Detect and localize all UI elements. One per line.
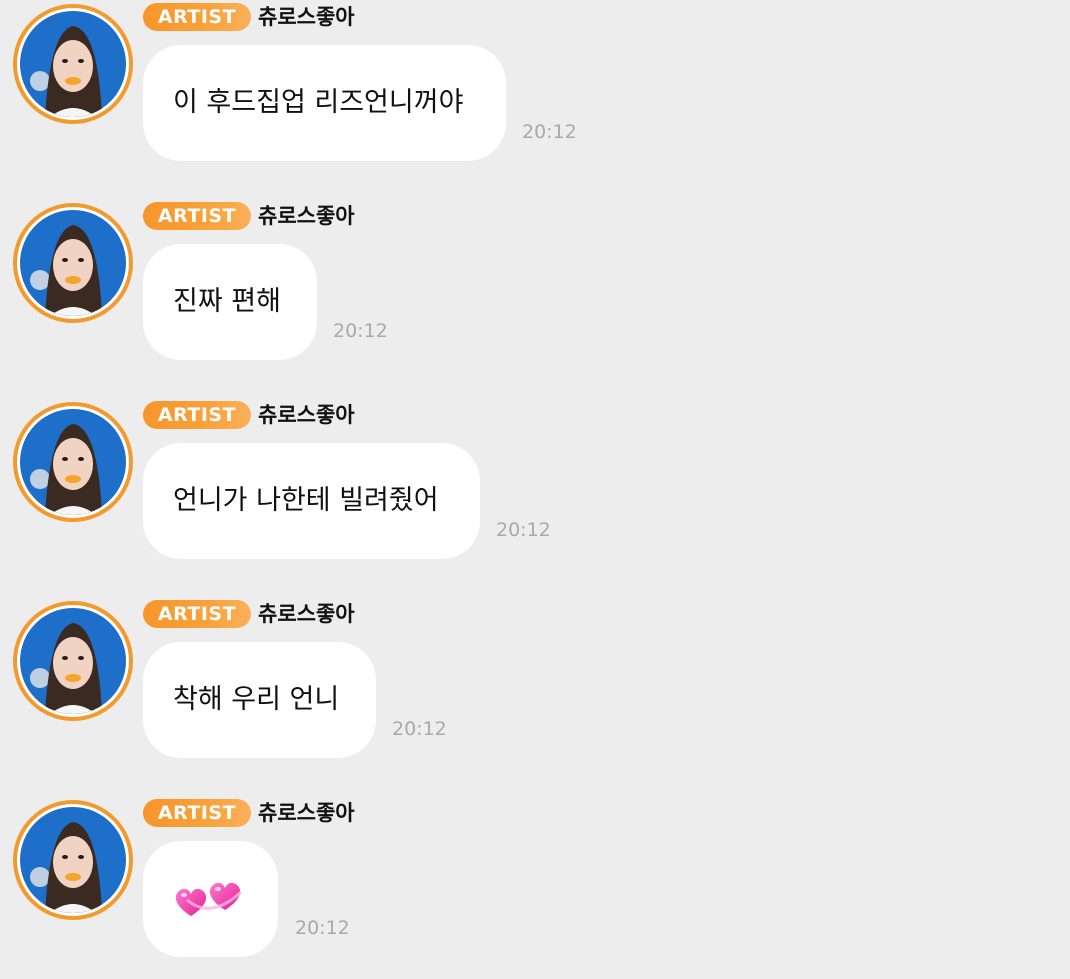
artist-badge: ARTIST (143, 202, 251, 230)
message-bubble[interactable] (143, 841, 278, 957)
chat-message: ARTIST 츄로스좋아 착해 우리 언니 20:12 (0, 597, 1070, 767)
message-time: 20:12 (295, 917, 350, 939)
sender-name[interactable]: 츄로스좋아 (258, 399, 355, 431)
profile-photo-icon (20, 608, 126, 714)
message-time: 20:12 (496, 519, 551, 541)
artist-badge: ARTIST (143, 3, 251, 31)
profile-photo-icon (20, 409, 126, 515)
sender-name[interactable]: 츄로스좋아 (258, 1, 355, 33)
avatar[interactable] (13, 203, 133, 323)
chat-message: ARTIST 츄로스좋아 언니가 나한테 빌려줬어 20:12 (0, 398, 1070, 568)
avatar[interactable] (13, 402, 133, 522)
avatar[interactable] (13, 601, 133, 721)
message-text: 이 후드집업 리즈언니꺼야 (173, 87, 464, 118)
message-time: 20:12 (333, 320, 388, 342)
avatar[interactable] (13, 4, 133, 124)
message-text: 착해 우리 언니 (173, 684, 340, 715)
sender-name[interactable]: 츄로스좋아 (258, 200, 355, 232)
two-hearts-icon (173, 880, 249, 920)
avatar[interactable] (13, 800, 133, 920)
chat-message: ARTIST 츄로스좋아 20:12 (0, 796, 1070, 966)
message-text: 언니가 나한테 빌려줬어 (173, 485, 439, 516)
sender-name[interactable]: 츄로스좋아 (258, 598, 355, 630)
message-time: 20:12 (522, 121, 577, 143)
profile-photo-icon (20, 210, 126, 316)
chat-message: ARTIST 츄로스좋아 진짜 편해 20:12 (0, 199, 1070, 369)
message-text: 진짜 편해 (173, 286, 281, 317)
profile-photo-icon (20, 807, 126, 913)
message-bubble[interactable]: 언니가 나한테 빌려줬어 (143, 443, 480, 559)
message-bubble[interactable]: 이 후드집업 리즈언니꺼야 (143, 45, 506, 161)
message-bubble[interactable]: 진짜 편해 (143, 244, 317, 360)
chat-message: ARTIST 츄로스좋아 이 후드집업 리즈언니꺼야 20:12 (0, 0, 1070, 170)
artist-badge: ARTIST (143, 600, 251, 628)
message-time: 20:12 (392, 718, 447, 740)
artist-badge: ARTIST (143, 799, 251, 827)
artist-badge: ARTIST (143, 401, 251, 429)
sender-name[interactable]: 츄로스좋아 (258, 797, 355, 829)
message-bubble[interactable]: 착해 우리 언니 (143, 642, 376, 758)
profile-photo-icon (20, 11, 126, 117)
